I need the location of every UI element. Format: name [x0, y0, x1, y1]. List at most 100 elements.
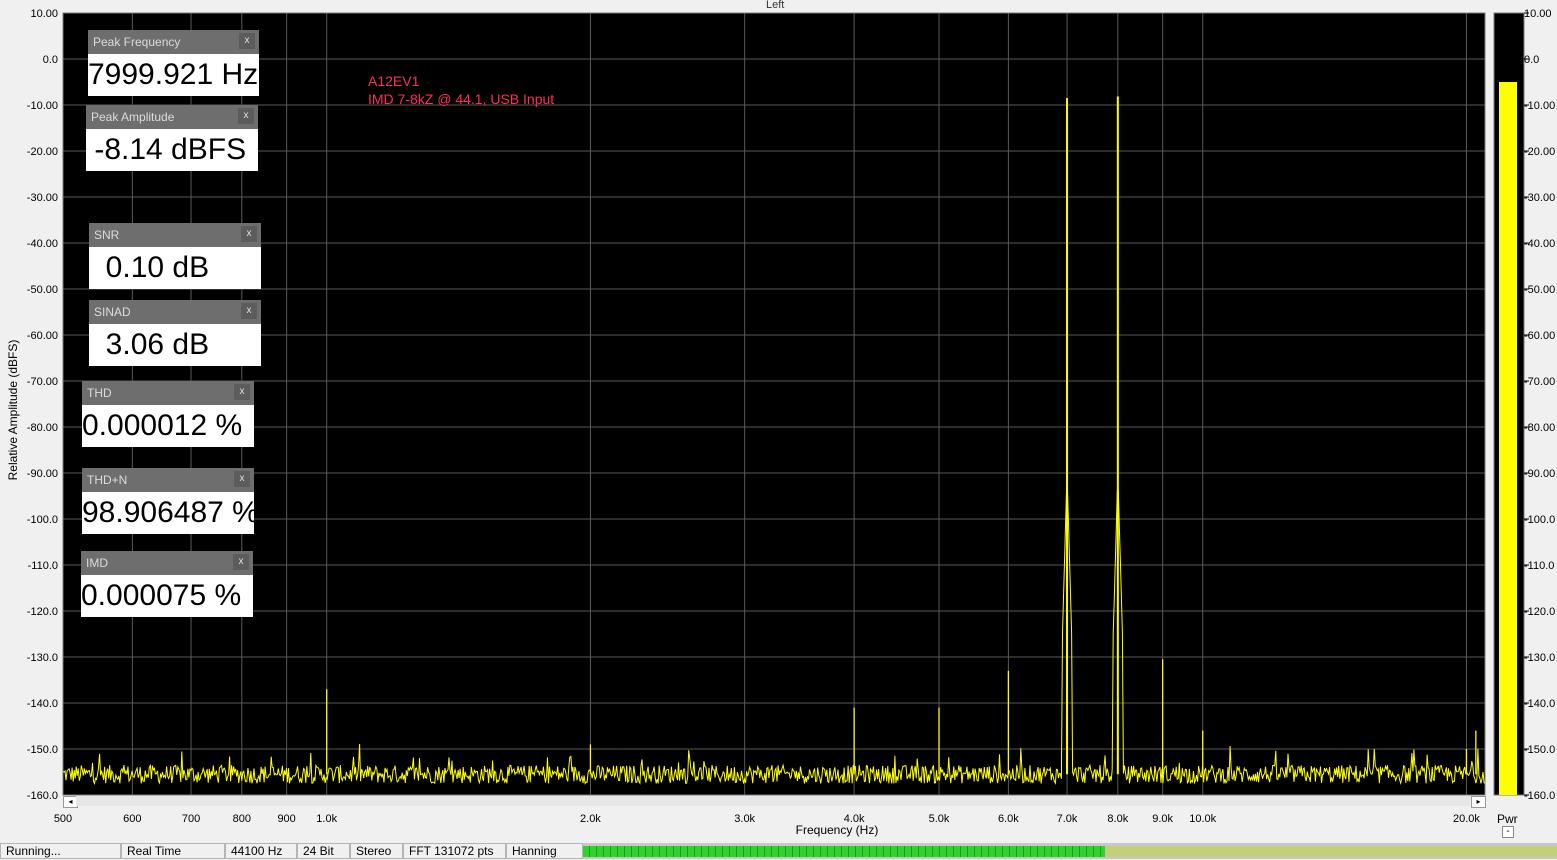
widget-title: THD+N — [82, 468, 254, 492]
close-icon[interactable]: x — [239, 33, 255, 49]
widget-thd-n[interactable]: THD+N x 98.906487 % — [82, 468, 254, 534]
widget-title: SINAD — [89, 300, 261, 324]
y-tick-label: -160.0 — [27, 790, 58, 802]
power-meter-label: Pwr — [1497, 812, 1518, 826]
power-meter-bar — [1499, 82, 1517, 795]
status-mode: Real Time — [121, 843, 225, 859]
widget-value: 98.906487 % — [82, 492, 254, 534]
widget-value: 0.000012 % — [82, 405, 254, 447]
y-tick-label: -130.0 — [27, 652, 58, 664]
close-icon[interactable]: x — [238, 108, 254, 124]
power-meter-tick-label: -140.0 — [1524, 698, 1555, 710]
close-icon[interactable]: x — [234, 384, 250, 400]
widget-title: SNR — [89, 223, 261, 247]
widget-imd[interactable]: IMD x 0.000075 % — [81, 551, 253, 617]
x-tick-label: 8.0k — [1107, 813, 1128, 825]
x-tick-label: 1.0k — [316, 813, 337, 825]
y-axis-title: Relative Amplitude (dBFS) — [6, 340, 20, 481]
y-tick-label: -120.0 — [27, 606, 58, 618]
x-tick-label: 600 — [123, 813, 141, 825]
status-fft-size: FFT 131072 pts — [403, 843, 506, 859]
status-window: Hanning — [506, 843, 583, 859]
y-tick-label: -10.00 — [27, 100, 58, 112]
x-tick-label: 10.0k — [1189, 813, 1216, 825]
close-icon[interactable]: x — [241, 303, 257, 319]
annotation-device: A12EV1 — [368, 73, 420, 89]
power-meter-tick-label: -130.0 — [1524, 652, 1555, 664]
y-tick-label: -80.00 — [27, 422, 58, 434]
widget-title: Peak Amplitude — [86, 105, 258, 129]
x-tick-label: 7.0k — [1057, 813, 1078, 825]
input-level-peak-hold — [1105, 846, 1557, 857]
close-icon[interactable]: x — [233, 554, 249, 570]
widget-peak-frequency[interactable]: Peak Frequency x 7999.921 Hz — [88, 30, 259, 96]
y-tick-label: -90.00 — [27, 468, 58, 480]
widget-value: 0.10 dB — [89, 247, 261, 289]
power-meter-tick-label: -90.00 — [1524, 468, 1555, 480]
power-meter-tick-label: 0.0 — [1524, 54, 1539, 66]
x-tick-label: 2.0k — [580, 813, 601, 825]
widget-value: 7999.921 Hz — [88, 54, 259, 96]
annotation-test: IMD 7-8kZ @ 44.1, USB Input — [368, 91, 555, 107]
y-tick-label: -100.0 — [27, 514, 58, 526]
x-tick-label: 3.0k — [734, 813, 755, 825]
status-bit-depth: 24 Bit — [297, 843, 350, 859]
x-axis-title: Frequency (Hz) — [796, 823, 879, 837]
power-meter-tick-label: -60.00 — [1524, 330, 1555, 342]
y-tick-label: -70.00 — [27, 376, 58, 388]
widget-title: IMD — [81, 551, 253, 575]
widget-title: THD — [82, 381, 254, 405]
y-tick-label: -40.00 — [27, 238, 58, 250]
power-meter-tick-label: -100.0 — [1524, 514, 1555, 526]
power-meter-tick-label: -160.0 — [1524, 790, 1555, 802]
input-level-meter — [583, 843, 1557, 859]
close-icon[interactable]: x — [241, 226, 257, 242]
widget-value: 0.000075 % — [81, 575, 253, 617]
scroll-right-button[interactable]: ▸ — [1471, 796, 1486, 808]
power-meter-tick-label: -20.00 — [1524, 146, 1555, 158]
power-meter-tick-label: -110.0 — [1524, 560, 1554, 572]
x-tick-label: 500 — [54, 813, 72, 825]
input-level-fill — [583, 846, 1105, 857]
x-tick-label: 9.0k — [1152, 813, 1173, 825]
status-sample-rate: 44100 Hz — [225, 843, 297, 859]
widget-peak-amplitude[interactable]: Peak Amplitude x -8.14 dBFS — [86, 105, 258, 171]
x-tick-label: 6.0k — [998, 813, 1019, 825]
widget-sinad[interactable]: SINAD x 3.06 dB — [89, 300, 261, 366]
horizontal-scrollbar[interactable] — [76, 796, 1470, 806]
power-meter-tick-label: -80.00 — [1524, 422, 1555, 434]
power-meter-tick-label: -70.00 — [1524, 376, 1555, 388]
widget-thd[interactable]: THD x 0.000012 % — [82, 381, 254, 447]
widget-title: Peak Frequency — [88, 30, 259, 54]
x-tick-label: 900 — [277, 813, 295, 825]
y-tick-label: -50.00 — [27, 284, 58, 296]
channel-title: Left — [766, 0, 784, 11]
power-meter-minus-button[interactable]: - — [1502, 826, 1514, 838]
x-tick-label: 800 — [233, 813, 251, 825]
power-meter-tick-label: -40.00 — [1524, 238, 1555, 250]
power-meter-tick-label: -30.00 — [1524, 192, 1555, 204]
plot-area — [63, 13, 1485, 795]
y-tick-label: -60.00 — [27, 330, 58, 342]
y-tick-label: 10.00 — [30, 8, 58, 20]
power-meter-tick-label: -150.0 — [1524, 744, 1555, 756]
status-run-state: Running... — [0, 843, 121, 859]
y-tick-label: 0.0 — [43, 54, 58, 66]
x-tick-label: 20.0k — [1453, 813, 1480, 825]
x-tick-labels: 500 600 700 800 900 1.0k 2.0k 3.0k 4.0k 5.0k 6.0k 7… — [54, 813, 1481, 825]
y-tick-label: -110.0 — [28, 560, 58, 572]
power-meter-tick-label: 10.00 — [1524, 8, 1552, 20]
y-tick-label: -30.00 — [27, 192, 58, 204]
y-tick-label: -140.0 — [27, 698, 58, 710]
close-icon[interactable]: x — [234, 471, 250, 487]
y-tick-labels: 10.00 0.0 -10.00 -20.00 -30.00 -40.00 -50.00 -6… — [27, 8, 58, 802]
widget-value: 3.06 dB — [89, 324, 261, 366]
power-meter — [1493, 12, 1525, 796]
x-tick-label: 5.0k — [929, 813, 950, 825]
widget-snr[interactable]: SNR x 0.10 dB — [89, 223, 261, 289]
widget-value: -8.14 dBFS — [86, 129, 258, 171]
power-meter-tick-label: -120.0 — [1524, 606, 1555, 618]
power-meter-tick-label: -10.00 — [1524, 100, 1555, 112]
power-meter-tick-label: -50.00 — [1524, 284, 1555, 296]
power-meter-tick-labels: 10.00 0.0 -10.00 -20.00 -30.00 -40.00 -50.00 -6… — [1524, 8, 1555, 802]
